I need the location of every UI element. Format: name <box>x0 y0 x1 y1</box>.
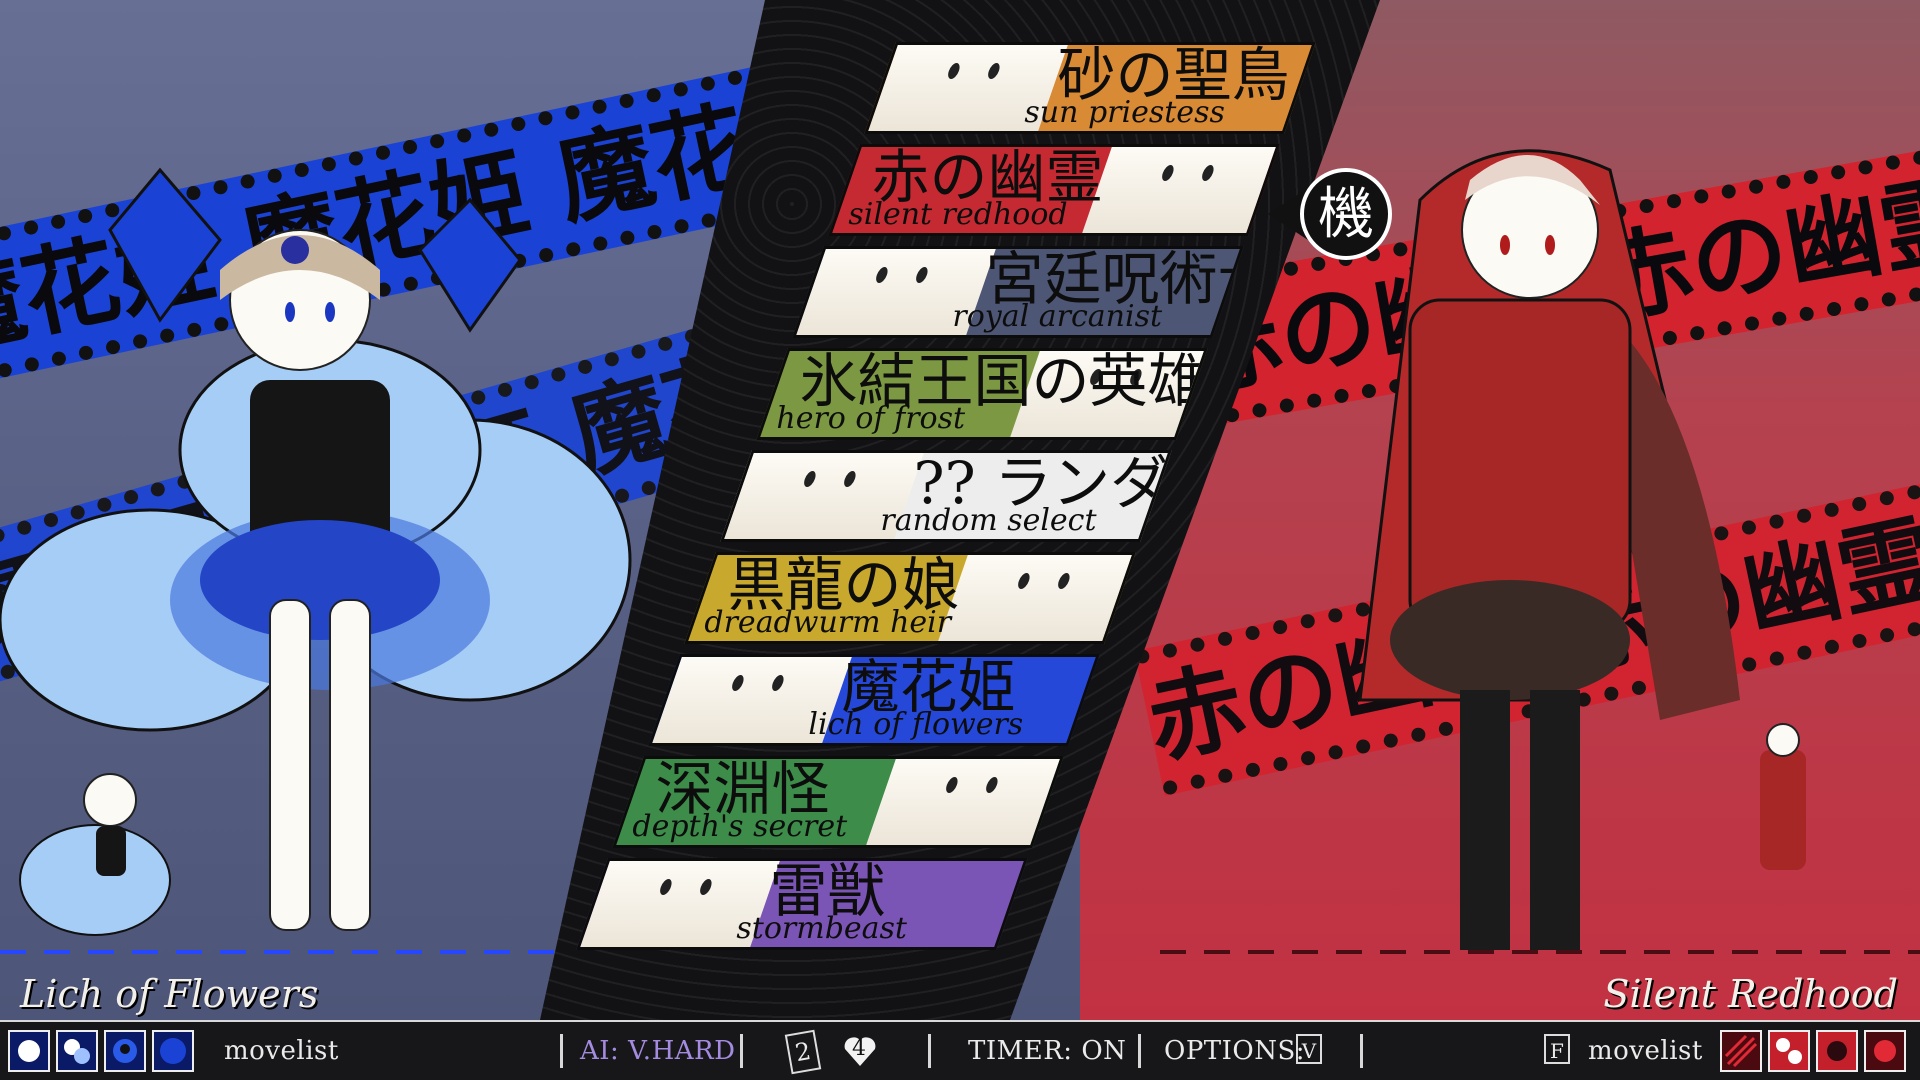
roster-card[interactable]: 宮廷呪術士 royal arcanist <box>792 246 1244 338</box>
portrait-eye <box>658 879 674 895</box>
win-count-left: 2 <box>784 1029 822 1075</box>
p2-move-icon-3[interactable] <box>1816 1030 1858 1072</box>
p1-move-icon-1[interactable] <box>8 1030 50 1072</box>
win-count-right: 4 <box>840 1030 880 1070</box>
roster-card[interactable]: 氷結王国の英雄 hero of frost <box>756 348 1208 440</box>
hud-divider <box>740 1034 743 1068</box>
portrait-eye <box>874 267 890 283</box>
p2-move-icon-2[interactable] <box>1768 1030 1810 1072</box>
mask-icon <box>1827 1041 1847 1061</box>
ai-difficulty[interactable]: AI: V.HARD <box>580 1036 735 1066</box>
twin-orb-icon <box>64 1039 90 1064</box>
portrait-eye <box>802 471 818 487</box>
p1-move-icon-2[interactable] <box>56 1030 98 1072</box>
hud-divider <box>1360 1034 1363 1068</box>
portrait-eye <box>1056 573 1072 589</box>
roster-card[interactable]: 赤の幽霊 silent redhood <box>828 144 1280 236</box>
portrait-eye <box>730 675 746 691</box>
p1-move-icon-3[interactable] <box>104 1030 146 1072</box>
p2-character-name: Silent Redhood <box>1603 972 1898 1016</box>
roster-portrait <box>1082 147 1280 233</box>
p1-movelist-label[interactable]: movelist <box>224 1036 339 1066</box>
portrait-eye <box>1160 165 1176 181</box>
hood-silhouette-icon <box>1874 1040 1896 1062</box>
p2-movelist-label[interactable]: movelist <box>1588 1036 1703 1066</box>
dice-icon <box>1776 1038 1802 1064</box>
roster-card[interactable]: 魔花姫 lich of flowers <box>648 654 1100 746</box>
options-keycap: V <box>1296 1034 1322 1064</box>
win-count-left-value: 2 <box>793 1036 813 1068</box>
roster-title-en: depth's secret <box>632 809 848 844</box>
portrait-eye <box>944 777 960 793</box>
skull-icon <box>113 1039 137 1063</box>
p1-dash-divider <box>0 950 560 954</box>
p2-move-icon-1[interactable] <box>1720 1030 1762 1072</box>
roster-title-en: random select <box>880 503 1097 538</box>
hud-divider <box>1138 1034 1141 1068</box>
claw-slash-icon <box>1724 1034 1758 1068</box>
roster-title-en: lich of flowers <box>808 707 1024 742</box>
portrait-eye <box>946 63 962 79</box>
roster-portrait <box>866 759 1064 845</box>
portrait-eye <box>1200 165 1216 181</box>
p2-cursor-badge: 機 <box>1300 168 1392 260</box>
orb-icon <box>18 1040 40 1062</box>
timer-toggle[interactable]: TIMER: ON <box>968 1036 1126 1066</box>
portrait-eye <box>1016 573 1032 589</box>
portrait-eye <box>698 879 714 895</box>
roster-title-en: royal arcanist <box>952 299 1163 334</box>
p1-move-icon-4[interactable] <box>152 1030 194 1072</box>
portrait-eye <box>986 63 1002 79</box>
roster-title-en: sun priestess <box>1024 95 1225 130</box>
p2-movelist-keycap: F <box>1544 1034 1570 1064</box>
portrait-eye <box>984 777 1000 793</box>
options-label[interactable]: OPTIONS: <box>1164 1036 1305 1066</box>
portrait-eye <box>842 471 858 487</box>
roster-card[interactable]: 雷獣 stormbeast <box>576 858 1028 950</box>
roster-title-en: stormbeast <box>736 911 908 946</box>
portrait-eye <box>770 675 786 691</box>
roster-card[interactable]: 深淵怪 depth's secret <box>612 756 1064 848</box>
vortex-icon <box>160 1038 186 1064</box>
roster-card[interactable]: 砂の聖鳥 sun priestess <box>864 42 1316 134</box>
portrait-eye <box>914 267 930 283</box>
roster-title-en: silent redhood <box>848 197 1068 232</box>
p2-character-art <box>1358 149 1806 950</box>
hud-divider <box>560 1034 563 1068</box>
roster-title-en: dreadwurm heir <box>704 605 952 640</box>
character-select-screen: 魔花姫 魔花姫 魔花姫 魔花姫 魔花姫 魔花姫 Lich of Flowers … <box>0 0 1920 1080</box>
roster-portrait <box>938 555 1136 641</box>
p2-dash-divider <box>1160 950 1920 954</box>
p2-move-icon-4[interactable] <box>1864 1030 1906 1072</box>
bottom-hud: movelist AI: V.HARD 2 4 TIMER: ON OPTION… <box>0 1020 1920 1080</box>
p1-character-art <box>0 167 632 936</box>
hud-divider <box>928 1034 931 1068</box>
win-count-right-value: 4 <box>852 1036 866 1061</box>
roster-card[interactable]: 黒龍の娘 dreadwurm heir <box>684 552 1136 644</box>
roster-card[interactable]: ?? ランダムセレクト random select <box>720 450 1172 542</box>
roster-title-en: hero of frost <box>776 401 966 436</box>
p1-character-name: Lich of Flowers <box>20 972 319 1016</box>
